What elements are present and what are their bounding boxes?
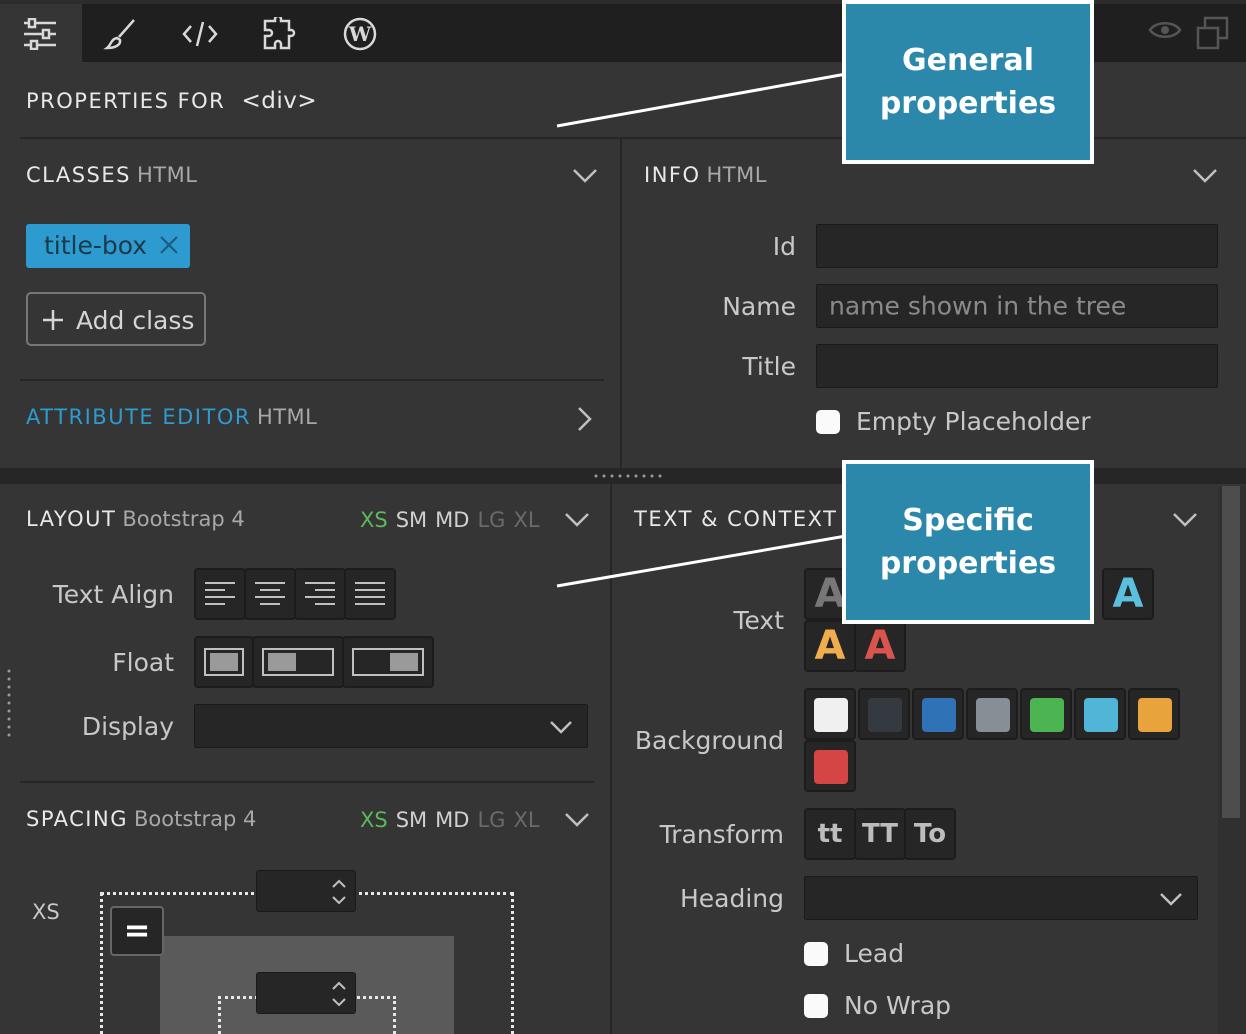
specific-properties-callout: Specific properties xyxy=(842,460,1094,624)
specific-properties-callout-text: Specific properties xyxy=(879,503,1057,581)
general-properties-callout-text: General properties xyxy=(879,43,1057,121)
general-properties-callout: General properties xyxy=(842,0,1094,164)
